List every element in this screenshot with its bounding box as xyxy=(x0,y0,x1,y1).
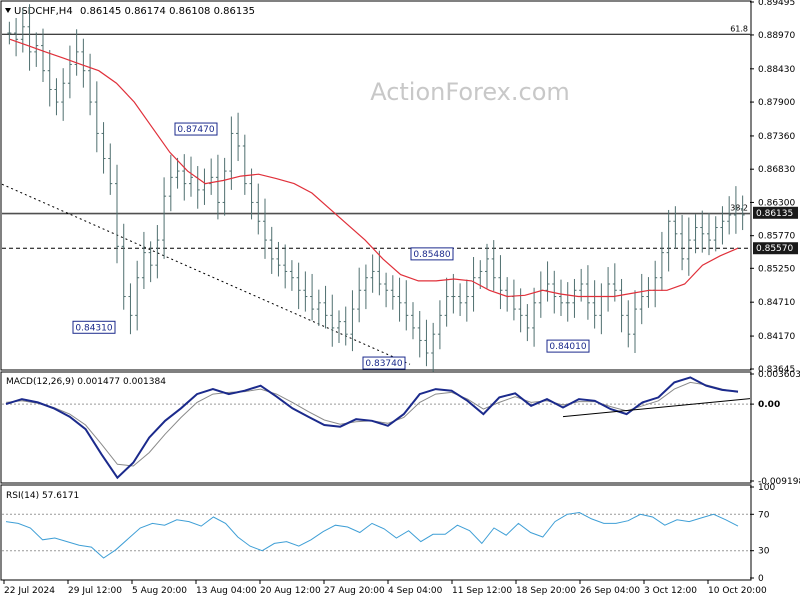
macd-y-tick-label: 0.00 xyxy=(758,400,780,410)
watermark: ActionForex.com xyxy=(370,78,570,106)
rsi-y-tick-label: 100 xyxy=(758,483,775,493)
x-axis-tick-label: 22 Jul 2024 xyxy=(4,586,55,596)
x-axis-tick-label: 5 Aug 20:00 xyxy=(132,586,187,596)
price-y-tick-label: 0.85250 xyxy=(758,264,795,274)
forex-chart: USDCHF,H4 0.86145 0.86174 0.86108 0.8613… xyxy=(0,0,800,600)
x-axis-tick-label: 29 Jul 12:00 xyxy=(68,586,122,596)
collapse-triangle-icon[interactable] xyxy=(5,8,11,13)
current-price-label: 0.86135 xyxy=(756,209,793,219)
chart-ohlc: 0.86145 0.86174 0.86108 0.86135 xyxy=(80,6,255,17)
fib-level-label: 38.2 xyxy=(730,204,748,213)
price-y-tick-label: 0.85770 xyxy=(758,232,795,242)
chart-canvas: USDCHF,H4 0.86145 0.86174 0.86108 0.8613… xyxy=(0,0,800,596)
x-axis-tick-label: 11 Sep 12:00 xyxy=(452,586,512,596)
price-label-text: 0.84310 xyxy=(75,323,112,333)
x-axis-tick-label: 27 Aug 20:00 xyxy=(324,586,385,596)
macd-label: MACD(12,26,9) 0.001477 0.001384 xyxy=(6,377,166,387)
x-axis-tick-label: 13 Aug 04:00 xyxy=(196,586,257,596)
rsi-y-tick-label: 0 xyxy=(758,574,764,584)
price-y-tick-label: 0.86830 xyxy=(758,165,795,175)
x-axis-tick-label: 3 Oct 12:00 xyxy=(644,586,697,596)
macd-panel-frame xyxy=(0,371,752,484)
x-axis-tick-label: 26 Sep 04:00 xyxy=(580,586,640,596)
x-axis-tick-label: 20 Aug 12:00 xyxy=(260,586,321,596)
price-y-tick-label: 0.84170 xyxy=(758,332,795,342)
price-label-text: 0.87470 xyxy=(177,125,214,135)
fib-level-label: 61.8 xyxy=(730,24,748,33)
price-y-tick-label: 0.88430 xyxy=(758,65,795,75)
price-y-tick-label: 0.87360 xyxy=(758,132,795,142)
x-axis-tick-label: 4 Sep 04:00 xyxy=(388,586,443,596)
price-y-tick-label: 0.84710 xyxy=(758,298,795,308)
rsi-label: RSI(14) 57.6171 xyxy=(6,491,79,501)
rsi-panel-frame xyxy=(0,484,752,581)
trend-line xyxy=(1,183,411,365)
price-label-text: 0.85480 xyxy=(413,250,450,260)
rsi-y-tick-label: 70 xyxy=(758,510,770,520)
support-price-label: 0.85570 xyxy=(756,244,793,254)
price-y-tick-label: 0.87900 xyxy=(758,98,795,108)
x-axis-tick-label: 18 Sep 20:00 xyxy=(516,586,576,596)
price-label-text: 0.84010 xyxy=(549,342,586,352)
macd-y-tick-label: 0.003603 xyxy=(758,370,800,380)
price-panel-frame xyxy=(0,0,752,371)
rsi-y-tick-label: 30 xyxy=(758,547,770,557)
macd-signal-line xyxy=(5,381,739,467)
price-y-tick-label: 0.88970 xyxy=(758,31,795,41)
x-axis-tick-label: 10 Oct 20:00 xyxy=(708,586,767,596)
price-label-text: 0.83740 xyxy=(365,359,402,369)
price-y-tick-label: 0.89495 xyxy=(758,0,795,8)
